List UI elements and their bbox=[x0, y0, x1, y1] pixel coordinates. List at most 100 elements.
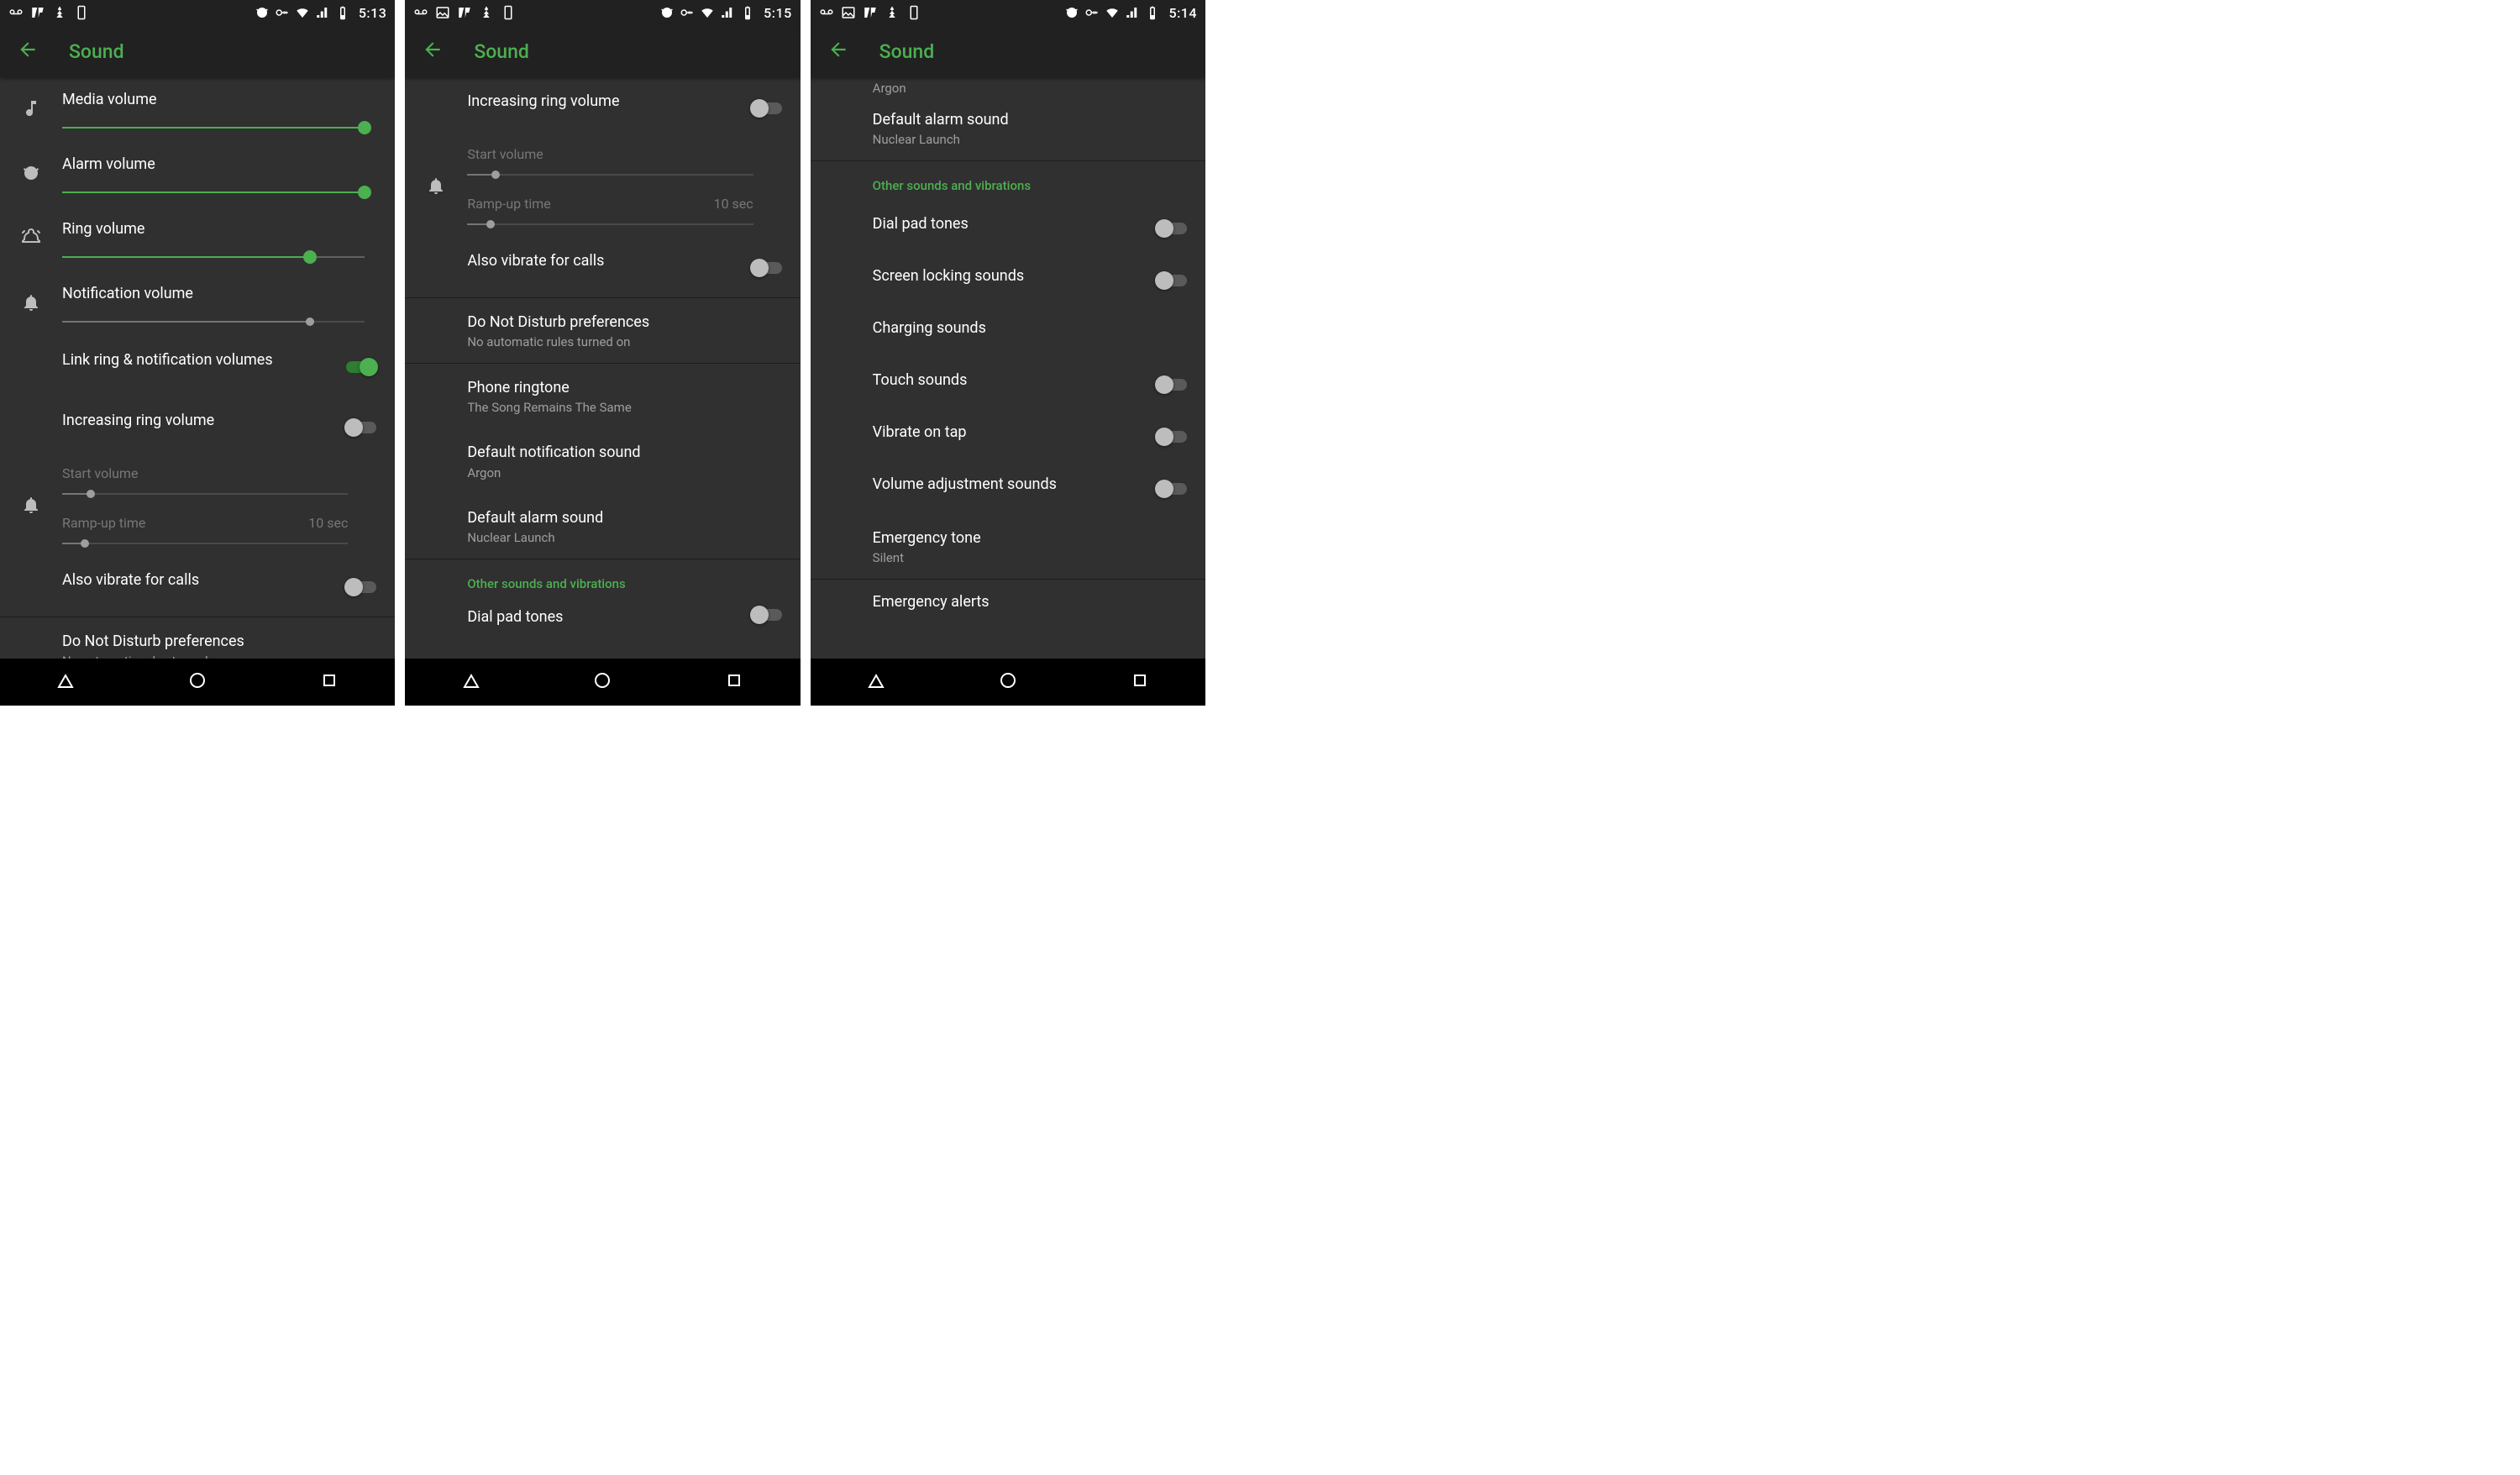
bell-icon bbox=[21, 292, 41, 316]
increasing-ring-label: Increasing ring volume bbox=[62, 410, 328, 431]
notification-sound-title: Default notification sound bbox=[467, 442, 783, 463]
nav-home-button[interactable] bbox=[187, 670, 207, 694]
vf-icon bbox=[457, 5, 472, 20]
back-button[interactable] bbox=[422, 39, 444, 64]
ramp-up-time-label: Ramp-up time bbox=[467, 196, 550, 212]
link-volumes-switch[interactable] bbox=[344, 356, 378, 376]
back-button[interactable] bbox=[827, 39, 849, 64]
app-bar: Sound bbox=[811, 25, 1205, 77]
ringtone-title: Phone ringtone bbox=[467, 377, 783, 398]
dial-pad-tones-row[interactable]: Dial pad tones bbox=[811, 202, 1205, 254]
alarm-volume-slider[interactable] bbox=[62, 186, 365, 198]
nav-home-button[interactable] bbox=[998, 670, 1018, 694]
charging-sounds-label: Charging sounds bbox=[873, 318, 1205, 339]
dial-pad-tones-row[interactable]: Dial pad tones bbox=[405, 600, 800, 629]
nav-back-button[interactable] bbox=[461, 670, 481, 694]
notification-sound-row[interactable]: Default notification sound Argon bbox=[405, 428, 800, 493]
alarm-sound-subtitle: Nuclear Launch bbox=[467, 530, 783, 545]
vf-icon bbox=[863, 5, 878, 20]
nav-recents-button[interactable] bbox=[319, 670, 339, 694]
ramp-up-time-label: Ramp-up time bbox=[62, 515, 145, 531]
volume-adjustment-sounds-switch[interactable] bbox=[1155, 478, 1189, 498]
emergency-alerts-row[interactable]: Emergency alerts bbox=[811, 580, 1205, 614]
vibrate-on-tap-switch[interactable] bbox=[1155, 426, 1189, 446]
app-bar: Sound bbox=[405, 25, 800, 77]
volume-adjustment-sounds-row[interactable]: Volume adjustment sounds bbox=[811, 462, 1205, 514]
nav-back-button[interactable] bbox=[55, 670, 76, 694]
image-icon bbox=[435, 5, 450, 20]
dial-pad-tones-label: Dial pad tones bbox=[467, 606, 732, 627]
increasing-ring-row[interactable]: Increasing ring volume bbox=[0, 396, 395, 457]
ramp-up-time-value: 10 sec bbox=[714, 196, 753, 212]
ring-volume-slider[interactable] bbox=[62, 251, 365, 263]
phone-icon bbox=[501, 5, 516, 20]
link-volumes-row[interactable]: Link ring & notification volumes bbox=[0, 336, 395, 396]
dial-pad-tones-switch[interactable] bbox=[750, 604, 784, 624]
nav-home-button[interactable] bbox=[592, 670, 612, 694]
increasing-ring-label: Increasing ring volume bbox=[467, 91, 732, 112]
nav-back-button[interactable] bbox=[866, 670, 886, 694]
media-volume-label: Media volume bbox=[62, 91, 365, 108]
key-icon bbox=[275, 5, 290, 20]
dial-pad-tones-label: Dial pad tones bbox=[873, 213, 1155, 234]
also-vibrate-row[interactable]: Also vibrate for calls bbox=[405, 237, 800, 298]
dnd-row[interactable]: Do Not Disturb preferences No automatic … bbox=[0, 617, 395, 659]
increasing-ring-switch[interactable] bbox=[344, 417, 378, 437]
battery-icon bbox=[740, 5, 755, 20]
bell-ring-icon bbox=[21, 495, 41, 518]
nav-recents-button[interactable] bbox=[724, 670, 744, 694]
leaf-icon bbox=[885, 5, 900, 20]
dnd-title: Do Not Disturb preferences bbox=[467, 312, 783, 333]
page-title: Sound bbox=[69, 40, 124, 63]
clock: 5:13 bbox=[359, 5, 387, 21]
ringtone-row[interactable]: Phone ringtone The Song Remains The Same bbox=[405, 364, 800, 428]
emergency-alerts-title: Emergency alerts bbox=[873, 591, 1189, 612]
leaf-icon bbox=[479, 5, 494, 20]
other-sounds-header: Other sounds and vibrations bbox=[873, 161, 1205, 202]
back-button[interactable] bbox=[17, 39, 39, 64]
page-title: Sound bbox=[879, 40, 935, 63]
nav-recents-button[interactable] bbox=[1130, 670, 1150, 694]
start-volume-slider bbox=[62, 488, 348, 500]
alarm-icon bbox=[21, 163, 41, 186]
dnd-subtitle: No automatic rules turned on bbox=[467, 334, 783, 349]
wifi-icon bbox=[295, 5, 310, 20]
key-icon bbox=[1084, 5, 1100, 20]
dnd-row[interactable]: Do Not Disturb preferences No automatic … bbox=[405, 298, 800, 364]
signal-icon bbox=[1125, 5, 1140, 20]
alarm-sound-row[interactable]: Default alarm sound Nuclear Launch bbox=[811, 96, 1205, 161]
vibrate-on-tap-row[interactable]: Vibrate on tap bbox=[811, 410, 1205, 462]
charging-sounds-row[interactable]: Charging sounds bbox=[811, 306, 1205, 358]
leaf-icon bbox=[52, 5, 67, 20]
touch-sounds-row[interactable]: Touch sounds bbox=[811, 358, 1205, 410]
navigation-bar bbox=[405, 659, 800, 706]
notification-sound-subtitle: Argon bbox=[467, 465, 783, 480]
clock: 5:15 bbox=[764, 5, 792, 21]
increasing-ring-row[interactable]: Increasing ring volume bbox=[405, 77, 800, 138]
also-vibrate-switch[interactable] bbox=[750, 257, 784, 277]
screen-locking-sounds-row[interactable]: Screen locking sounds bbox=[811, 254, 1205, 306]
touch-sounds-switch[interactable] bbox=[1155, 374, 1189, 394]
start-volume-label: Start volume bbox=[62, 465, 138, 481]
screen-locking-sounds-switch[interactable] bbox=[1155, 270, 1189, 290]
link-volumes-label: Link ring & notification volumes bbox=[62, 349, 328, 370]
alarm-sound-title: Default alarm sound bbox=[873, 109, 1189, 130]
dial-pad-tones-switch[interactable] bbox=[1155, 218, 1189, 238]
also-vibrate-switch[interactable] bbox=[344, 576, 378, 596]
key-icon bbox=[680, 5, 695, 20]
image-icon bbox=[841, 5, 856, 20]
start-volume-label: Start volume bbox=[467, 146, 543, 162]
alarm-sound-title: Default alarm sound bbox=[467, 507, 783, 528]
increasing-ring-switch[interactable] bbox=[750, 97, 784, 118]
voicemail-icon bbox=[8, 5, 24, 20]
alarm-sound-row[interactable]: Default alarm sound Nuclear Launch bbox=[405, 494, 800, 559]
also-vibrate-row[interactable]: Also vibrate for calls bbox=[0, 556, 395, 617]
ring-icon bbox=[21, 228, 41, 251]
ramp-up-time-value: 10 sec bbox=[308, 515, 348, 531]
wifi-icon bbox=[700, 5, 715, 20]
media-volume-slider[interactable] bbox=[62, 122, 365, 134]
emergency-tone-row[interactable]: Emergency tone Silent bbox=[811, 514, 1205, 580]
start-volume-slider bbox=[467, 169, 753, 181]
alarm-status-icon bbox=[255, 5, 270, 20]
alarm-volume-label: Alarm volume bbox=[62, 155, 365, 173]
